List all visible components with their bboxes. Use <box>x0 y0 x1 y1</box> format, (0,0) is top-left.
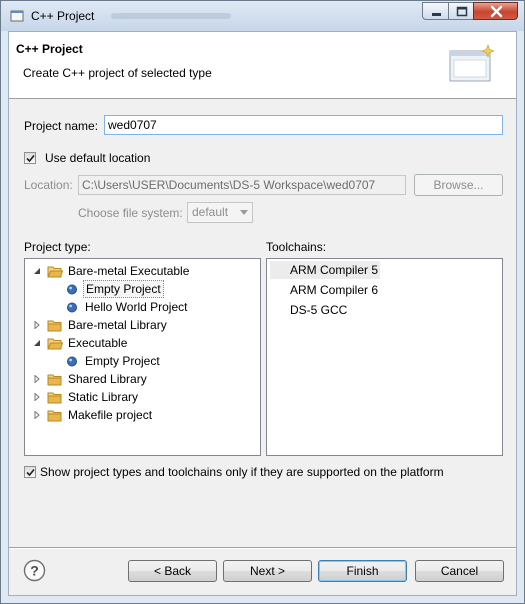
tree-folder-row[interactable]: Executable <box>25 334 260 352</box>
tree-item-label: Empty Project <box>85 354 160 368</box>
checkmark-icon <box>26 468 35 477</box>
toolchain-item[interactable]: DS-5 GCC <box>270 301 347 319</box>
tree-folder-row[interactable]: Bare-metal Library <box>25 316 260 334</box>
wizard-title: C++ Project <box>16 42 83 56</box>
maximize-icon <box>456 6 468 17</box>
collapsed-arrow-icon[interactable] <box>33 411 41 419</box>
back-button[interactable]: < Back <box>128 560 217 582</box>
minimize-button[interactable] <box>422 2 449 20</box>
chevron-down-icon <box>240 210 248 215</box>
expanded-arrow-icon[interactable] <box>33 267 41 275</box>
project-name-label: Project name: <box>24 119 99 133</box>
app-icon <box>10 10 24 22</box>
title-bar-decoration <box>111 13 231 19</box>
project-template-icon <box>67 284 77 295</box>
tree-item-label: Bare-metal Library <box>68 318 167 332</box>
toolchain-item[interactable]: ARM Compiler 5 <box>270 261 380 279</box>
file-system-label: Choose file system: <box>78 206 183 220</box>
location-input[interactable]: C:\Users\USER\Documents\DS-5 Workspace\w… <box>78 175 406 195</box>
wizard-header: C++ Project Create C++ project of select… <box>9 32 516 99</box>
close-icon <box>490 5 503 18</box>
help-icon[interactable]: ? <box>23 559 46 582</box>
tree-leaf-row[interactable]: Empty Project <box>25 352 260 370</box>
folder-open-icon <box>47 338 63 350</box>
file-system-select[interactable]: default <box>187 202 253 223</box>
collapsed-arrow-icon[interactable] <box>33 321 41 329</box>
tree-folder-row[interactable]: Bare-metal Executable <box>25 262 260 280</box>
supported-only-label: Show project types and toolchains only i… <box>40 465 444 479</box>
folder-icon <box>47 374 62 386</box>
collapsed-arrow-icon[interactable] <box>33 393 41 401</box>
tree-folder-row[interactable]: Shared Library <box>25 370 260 388</box>
next-button[interactable]: Next > <box>223 560 312 582</box>
tree-folder-row[interactable]: Static Library <box>25 388 260 406</box>
wizard-description: Create C++ project of selected type <box>23 66 212 80</box>
project-name-input[interactable]: wed0707 <box>104 115 503 135</box>
location-label: Location: <box>24 178 73 192</box>
dialog-window: C++ Project C++ Project Create C++ proje… <box>0 0 525 604</box>
tree-item-label: Bare-metal Executable <box>68 264 190 278</box>
use-default-location-label: Use default location <box>45 151 151 165</box>
cancel-button[interactable]: Cancel <box>415 560 504 582</box>
browse-button[interactable]: Browse... <box>414 174 503 196</box>
window-title: C++ Project <box>31 9 95 23</box>
tree-folder-row[interactable]: Makefile project <box>25 406 260 424</box>
tree-item-label: Hello World Project <box>85 300 188 314</box>
tree-leaf-row[interactable]: Empty Project <box>25 280 260 298</box>
new-project-wizard-icon <box>449 44 495 82</box>
file-system-value: default <box>192 205 229 219</box>
tree-item-label: Executable <box>68 336 128 350</box>
minimize-icon <box>432 13 441 16</box>
tree-item-label: Makefile project <box>68 408 153 422</box>
supported-only-checkbox[interactable] <box>24 466 36 478</box>
title-bar[interactable]: C++ Project <box>1 1 524 31</box>
project-type-label: Project type: <box>24 240 91 254</box>
folder-icon <box>47 320 62 332</box>
tree-item-label: Shared Library <box>68 372 147 386</box>
toolchains-label: Toolchains: <box>266 240 327 254</box>
close-button[interactable] <box>473 2 518 20</box>
button-bar-separator <box>9 547 516 549</box>
tree-leaf-row[interactable]: Hello World Project <box>25 298 260 316</box>
project-template-icon <box>67 302 77 313</box>
project-type-tree[interactable]: Bare-metal Executable Empty Project Hello … <box>24 258 261 456</box>
project-template-icon <box>67 356 77 367</box>
maximize-button[interactable] <box>448 2 474 20</box>
collapsed-arrow-icon[interactable] <box>33 375 41 383</box>
folder-open-icon <box>47 266 63 278</box>
folder-icon <box>47 410 62 422</box>
dialog-body: C++ Project Create C++ project of select… <box>8 31 517 596</box>
tree-item-label: Static Library <box>68 390 139 404</box>
checkmark-icon <box>26 154 35 163</box>
folder-icon <box>47 392 62 404</box>
use-default-location-checkbox[interactable] <box>24 152 36 164</box>
svg-text:?: ? <box>30 563 39 579</box>
toolchains-list[interactable]: ARM Compiler 5 ARM Compiler 6 DS-5 GCC <box>266 258 503 456</box>
tree-item-label: Empty Project <box>83 280 164 298</box>
toolchain-item[interactable]: ARM Compiler 6 <box>270 281 378 299</box>
expanded-arrow-icon[interactable] <box>33 339 41 347</box>
finish-button[interactable]: Finish <box>318 560 407 582</box>
